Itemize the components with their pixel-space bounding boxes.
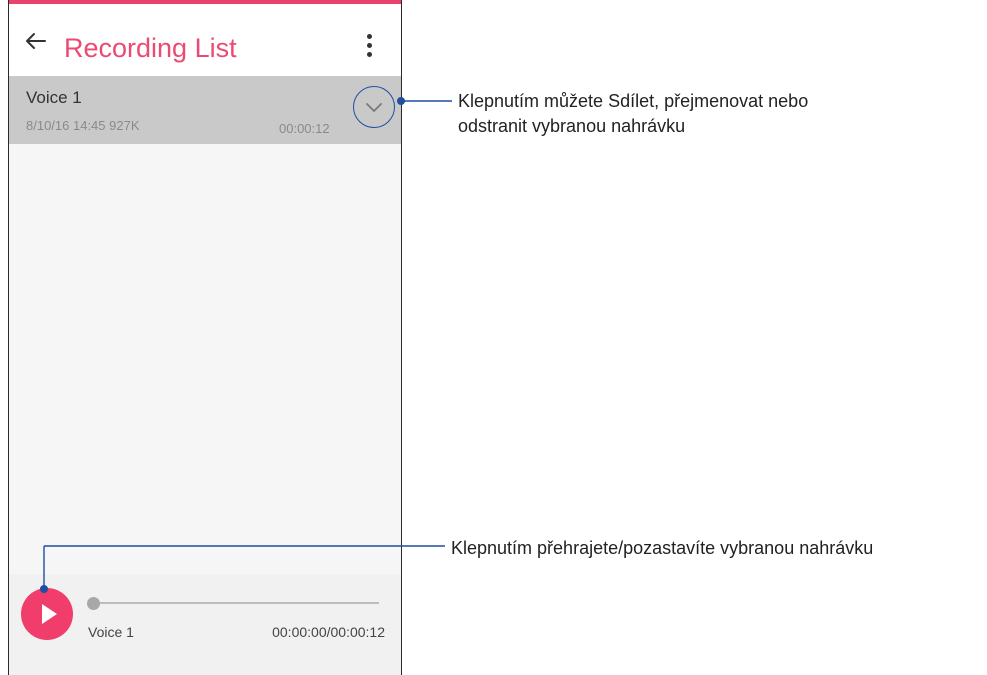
expand-callout-text: Klepnutím můžete Sdílet, přejmenovat neb… <box>458 89 978 139</box>
figure-canvas: Recording List Voice 1 8/10/16 14:45 927… <box>0 0 987 675</box>
expand-callout-leader <box>397 97 452 105</box>
play-callout-text: Klepnutím přehrajete/pozastavíte vybrano… <box>451 538 874 558</box>
play-callout-leader <box>40 545 445 593</box>
expand-callout-line2: odstranit vybranou nahrávku <box>458 116 686 136</box>
expand-callout-line1: Klepnutím můžete Sdílet, přejmenovat neb… <box>458 91 809 111</box>
